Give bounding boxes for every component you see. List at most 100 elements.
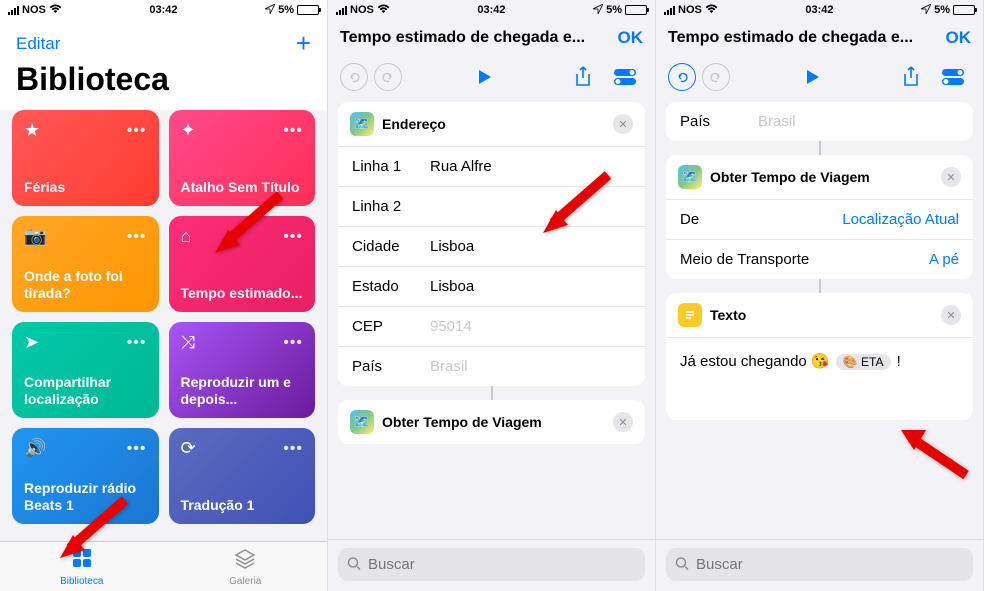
block-address-tail: País Brasil xyxy=(666,102,973,141)
more-icon[interactable]: ••• xyxy=(283,228,303,246)
location-arrow-icon: ➤ xyxy=(24,332,39,353)
wifi-icon xyxy=(705,4,718,17)
shuffle-icon: ⤨ xyxy=(181,332,195,353)
status-time: 03:42 xyxy=(149,4,177,16)
row-pais[interactable]: País Brasil xyxy=(338,347,645,386)
ok-button[interactable]: OK xyxy=(946,28,972,48)
card-label: Tradução 1 xyxy=(181,497,304,514)
close-icon[interactable]: ✕ xyxy=(941,305,961,325)
play-button[interactable] xyxy=(794,62,830,92)
row-cidade[interactable]: Cidade Lisboa xyxy=(338,227,645,267)
battery-icon xyxy=(625,5,647,15)
card-beats[interactable]: 🔊 ••• Reproduzir rádio Beats 1 xyxy=(12,428,159,524)
tab-biblioteca[interactable]: Biblioteca xyxy=(0,542,164,591)
connector xyxy=(819,279,821,293)
speaker-icon: 🔊 xyxy=(24,438,46,459)
more-icon[interactable]: ••• xyxy=(283,334,303,352)
share-button[interactable] xyxy=(893,62,929,92)
more-icon[interactable]: ••• xyxy=(127,440,147,458)
block-title: Endereço xyxy=(382,116,605,132)
more-icon[interactable]: ••• xyxy=(127,122,147,140)
location-icon xyxy=(265,4,275,17)
card-label: Onde a foto foi tirada? xyxy=(24,268,147,302)
status-bar: NOS 03:42 5% xyxy=(656,0,983,20)
location-icon xyxy=(921,4,931,17)
block-title: Obter Tempo de Viagem xyxy=(710,169,933,185)
workflow-content: 🗺️ Endereço ✕ Linha 1 Rua Alfre Linha 2 … xyxy=(328,102,655,444)
card-label: Reproduzir um e depois... xyxy=(181,374,304,408)
row-pais[interactable]: País Brasil xyxy=(666,102,973,141)
settings-button[interactable] xyxy=(607,62,643,92)
redo-button[interactable] xyxy=(374,63,402,91)
card-reproduzir-depois[interactable]: ⤨ ••• Reproduzir um e depois... xyxy=(169,322,316,418)
card-atalho[interactable]: ✦••• Atalho Sem Título xyxy=(169,110,316,206)
nav-bar: Tempo estimado de chegada e... OK xyxy=(656,20,983,56)
block-travel-time: 🗺️ Obter Tempo de Viagem ✕ De Localizaçã… xyxy=(666,155,973,279)
card-tempo[interactable]: ⌂ ••• Tempo estimado... xyxy=(169,216,316,312)
close-icon[interactable]: ✕ xyxy=(613,114,633,134)
search-input[interactable] xyxy=(666,548,973,581)
nav-title: Tempo estimado de chegada e... xyxy=(340,29,610,47)
ok-button[interactable]: OK xyxy=(618,28,644,48)
text-content: Já estou chegando 😘 xyxy=(680,353,834,370)
row-cep[interactable]: CEP 95014 xyxy=(338,307,645,347)
signal-icon xyxy=(8,6,19,15)
nav-bar: Tempo estimado de chegada e... OK xyxy=(328,20,655,56)
row-meio[interactable]: Meio de Transporte A pé xyxy=(666,240,973,279)
card-foto[interactable]: 📷 ••• Onde a foto foi tirada? xyxy=(12,216,159,312)
toolbar xyxy=(656,56,983,102)
tab-label: Biblioteca xyxy=(60,576,103,587)
screen-editor-address: NOS 03:42 5% Tempo estimado de chegada e… xyxy=(328,0,656,591)
annotation-arrow xyxy=(896,420,976,495)
grid-icon xyxy=(71,547,93,575)
signal-icon xyxy=(336,6,347,15)
page-title: Biblioteca xyxy=(0,61,327,110)
library-header: Editar + xyxy=(0,20,327,61)
add-button[interactable]: + xyxy=(296,28,311,59)
stack-icon xyxy=(234,547,256,575)
card-label: Atalho Sem Título xyxy=(181,179,304,196)
undo-button[interactable] xyxy=(340,63,368,91)
more-icon[interactable]: ••• xyxy=(283,122,303,140)
card-localizacao[interactable]: ➤ ••• Compartilhar localização xyxy=(12,322,159,418)
maps-icon: 🗺️ xyxy=(678,165,702,189)
play-button[interactable] xyxy=(466,62,502,92)
text-suffix: ! xyxy=(893,353,901,370)
signal-icon xyxy=(664,6,675,15)
more-icon[interactable]: ••• xyxy=(283,440,303,458)
home-icon: ⌂ xyxy=(181,226,192,247)
close-icon[interactable]: ✕ xyxy=(941,167,961,187)
row-linha2[interactable]: Linha 2 xyxy=(338,187,645,227)
more-icon[interactable]: ••• xyxy=(127,334,147,352)
wifi-icon xyxy=(377,4,390,17)
card-ferias[interactable]: ★••• Férias xyxy=(12,110,159,206)
card-label: Reproduzir rádio Beats 1 xyxy=(24,480,147,514)
wifi-icon xyxy=(49,4,62,17)
row-linha1[interactable]: Linha 1 Rua Alfre xyxy=(338,147,645,187)
close-icon[interactable]: ✕ xyxy=(613,412,633,432)
block-title: Texto xyxy=(710,307,933,323)
more-icon[interactable]: ••• xyxy=(127,228,147,246)
loading-icon: ⟳ xyxy=(181,438,196,459)
settings-button[interactable] xyxy=(935,62,971,92)
card-label: Tempo estimado... xyxy=(181,285,304,302)
maps-icon: 🗺️ xyxy=(350,112,374,136)
row-de[interactable]: De Localização Atual xyxy=(666,200,973,240)
eta-variable-pill[interactable]: 🎨 ETA xyxy=(836,354,891,370)
card-label: Compartilhar localização xyxy=(24,374,147,408)
shortcuts-grid: ★••• Férias ✦••• Atalho Sem Título 📷 ••• … xyxy=(0,110,327,524)
share-button[interactable] xyxy=(565,62,601,92)
camera-icon: 📷 xyxy=(24,226,46,247)
edit-button[interactable]: Editar xyxy=(16,34,60,54)
tab-galeria[interactable]: Galeria xyxy=(164,542,328,591)
text-field[interactable]: Já estou chegando 😘 🎨 ETA ! xyxy=(666,338,973,420)
redo-button[interactable] xyxy=(702,63,730,91)
undo-button[interactable] xyxy=(668,63,696,91)
search-input[interactable] xyxy=(338,548,645,581)
row-estado[interactable]: Estado Lisboa xyxy=(338,267,645,307)
card-traducao[interactable]: ⟳ ••• Tradução 1 xyxy=(169,428,316,524)
card-label: Férias xyxy=(24,179,147,196)
search-bar xyxy=(328,539,655,591)
block-travel-time: 🗺️ Obter Tempo de Viagem ✕ xyxy=(338,400,645,444)
battery-pct: 5% xyxy=(278,4,294,16)
